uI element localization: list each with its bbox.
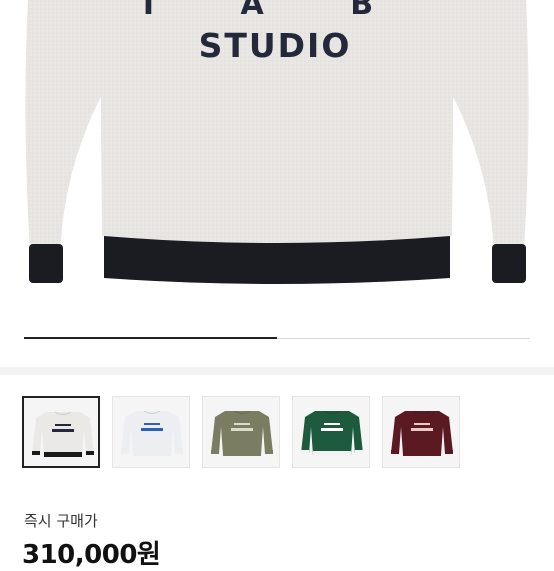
gallery-progress-fill — [24, 337, 277, 339]
print-line2: STUDIO — [199, 26, 352, 65]
print-line1: I A B — [143, 0, 411, 22]
left-sleeve — [25, 0, 110, 254]
thumb-khaki[interactable] — [202, 396, 280, 468]
sweatshirt-thumbnail-icon — [391, 410, 453, 456]
section-divider — [0, 367, 554, 375]
thumb-burgundy[interactable] — [382, 396, 460, 468]
sweatshirt-thumbnail-icon — [211, 410, 273, 456]
right-cuff — [492, 244, 526, 283]
thumb-white[interactable] — [112, 396, 190, 468]
sweatshirt-thumbnail-icon — [32, 411, 94, 457]
buy-now-price-label: 즉시 구매가 — [24, 512, 98, 530]
sweatshirt-thumbnail-icon — [301, 410, 363, 456]
thumb-oatmeal[interactable] — [22, 396, 100, 468]
thumb-green[interactable] — [292, 396, 370, 468]
sweatshirt-illustration: I A B STUDIO — [25, 0, 529, 284]
gallery-progress — [24, 337, 530, 339]
product-image[interactable]: I A B STUDIO — [0, 0, 554, 365]
hem-band — [104, 236, 450, 284]
left-cuff — [29, 244, 63, 283]
right-sleeve — [444, 0, 529, 254]
color-thumbnails — [22, 396, 542, 468]
buy-now-price: 310,000원 — [22, 540, 161, 570]
sweatshirt-thumbnail-icon — [121, 410, 183, 456]
